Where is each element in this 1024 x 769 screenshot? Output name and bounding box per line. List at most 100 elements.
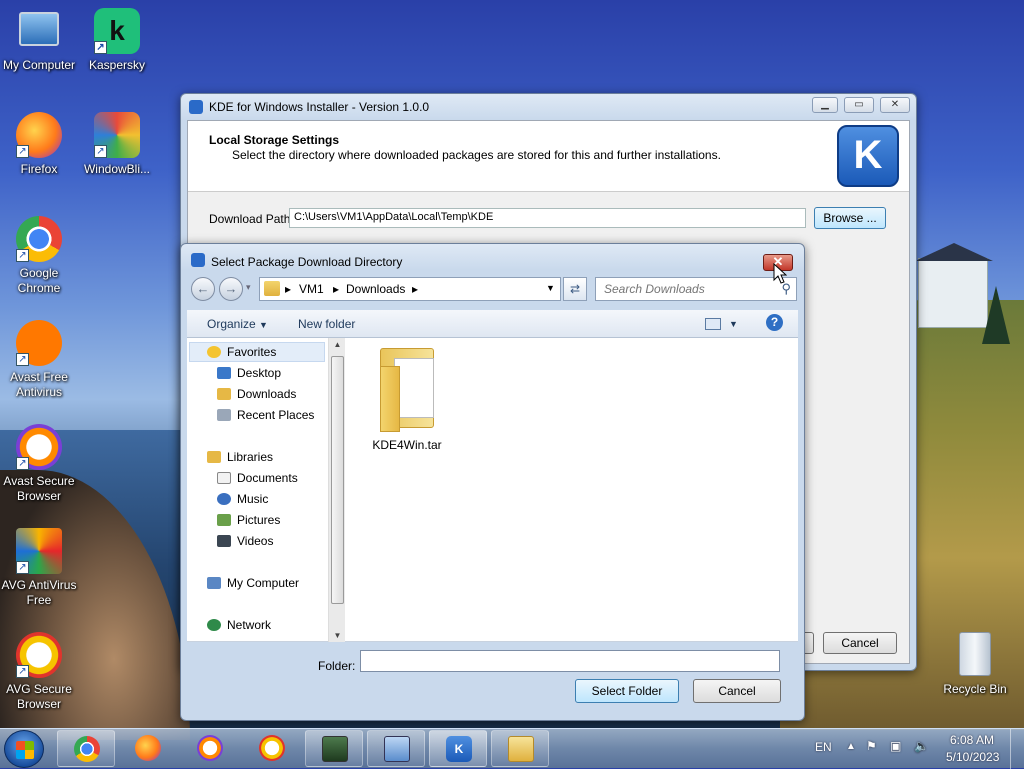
taskbar-app-monitor[interactable] xyxy=(305,730,363,767)
back-button[interactable]: ← xyxy=(191,277,215,301)
volume-icon[interactable]: 🔈 xyxy=(914,739,929,753)
close-button[interactable]: ✕ xyxy=(880,97,910,113)
address-dropdown-icon[interactable]: ▼ xyxy=(546,283,555,293)
search-input[interactable] xyxy=(602,279,772,299)
taskbar-avg-browser[interactable] xyxy=(243,730,301,767)
nav-item-favorites[interactable]: Favorites xyxy=(207,345,276,359)
minimize-button[interactable]: ▁ xyxy=(812,97,838,113)
desktop-icon-firefox[interactable]: ↗ Firefox xyxy=(0,112,78,177)
firefox-icon xyxy=(135,735,161,761)
pictures-icon xyxy=(217,514,231,526)
show-desktop-button[interactable] xyxy=(1010,729,1024,769)
shortcut-arrow-icon: ↗ xyxy=(16,249,29,262)
nav-item-recent-places[interactable]: Recent Places xyxy=(217,408,314,422)
browser-content: Favorites Desktop Downloads Recent Place… xyxy=(187,338,798,642)
taskbar-kde-installer[interactable]: K xyxy=(429,730,487,767)
windows-logo-icon xyxy=(16,741,34,759)
breadcrumb-item[interactable]: Downloads xyxy=(346,282,405,296)
desktop-icon-avg-antivirus-free[interactable]: ↗ AVG AntiVirus Free xyxy=(0,528,78,608)
control-panel-icon xyxy=(384,736,410,762)
taskbar-explorer[interactable] xyxy=(491,730,549,767)
installer-cancel-button[interactable]: Cancel xyxy=(823,632,897,654)
scroll-down-icon[interactable]: ▼ xyxy=(329,631,346,640)
new-folder-button[interactable]: New folder xyxy=(298,317,355,331)
breadcrumb-item[interactable]: VM1 xyxy=(299,282,324,296)
desktop-icon-avg-secure-browser[interactable]: ↗ AVG Secure Browser xyxy=(0,632,78,712)
desktop-icon-label: Avast Free Antivirus xyxy=(10,370,68,399)
desktop-icon-kaspersky[interactable]: k ↗ Kaspersky xyxy=(78,8,156,73)
clock-time[interactable]: 6:08 AM xyxy=(950,733,994,747)
nav-item-pictures[interactable]: Pictures xyxy=(217,513,280,527)
avast-browser-icon xyxy=(197,735,223,761)
minimize-icon: ▁ xyxy=(821,99,829,110)
dialog-cancel-button[interactable]: Cancel xyxy=(693,679,781,703)
avg-icon: ↗ xyxy=(16,528,62,574)
folder-icon xyxy=(376,344,438,432)
view-options-icon[interactable] xyxy=(705,318,721,330)
folder-input[interactable] xyxy=(365,652,775,670)
organize-menu-button[interactable]: Organize ▼ xyxy=(207,317,268,331)
action-center-flag-icon[interactable]: ⚑ xyxy=(866,739,877,753)
download-path-field[interactable]: C:\Users\VM1\AppData\Local\Temp\KDE xyxy=(289,208,806,228)
nav-item-music[interactable]: Music xyxy=(217,492,268,506)
view-dropdown-icon[interactable]: ▼ xyxy=(729,319,738,329)
folder-field-label: Folder: xyxy=(318,659,356,673)
desktop-icon-recycle-bin[interactable]: Recycle Bin xyxy=(936,632,1014,697)
scroll-up-icon[interactable]: ▲ xyxy=(329,340,346,349)
installer-banner: Local Storage Settings Select the direct… xyxy=(188,121,909,192)
nav-item-documents[interactable]: Documents xyxy=(217,471,298,485)
navigation-scrollbar[interactable]: ▲ ▼ xyxy=(328,338,345,642)
nav-item-desktop[interactable]: Desktop xyxy=(217,366,281,380)
folder-icon xyxy=(508,736,534,762)
nav-item-my-computer[interactable]: My Computer xyxy=(207,576,299,590)
refresh-button[interactable]: ⇄ xyxy=(563,277,587,301)
breadcrumb-separator-icon: ▸ xyxy=(333,282,340,296)
clock-date[interactable]: 5/10/2023 xyxy=(946,750,999,764)
installer-titlebar[interactable]: KDE for Windows Installer - Version 1.0.… xyxy=(181,94,916,120)
shortcut-arrow-icon: ↗ xyxy=(16,457,29,470)
desktop-icon-google-chrome[interactable]: ↗ Google Chrome xyxy=(0,216,78,296)
desktop-icon-avast-secure-browser[interactable]: ↗ Avast Secure Browser xyxy=(0,424,78,504)
select-folder-button[interactable]: Select Folder xyxy=(575,679,679,703)
nav-item-videos[interactable]: Videos xyxy=(217,534,273,548)
nav-label: Recent Places xyxy=(237,408,315,422)
search-box[interactable]: ⚲ xyxy=(595,277,797,301)
folder-item[interactable]: KDE4Win.tar xyxy=(372,344,442,452)
address-bar[interactable]: ▸ VM1 ▸ Downloads ▸ ▼ xyxy=(259,277,561,301)
show-hidden-icons-icon[interactable]: ▲ xyxy=(846,741,856,752)
taskbar-avast-browser[interactable] xyxy=(181,730,239,767)
desktop-icon-avast-free-antivirus[interactable]: ↗ Avast Free Antivirus xyxy=(0,320,78,400)
breadcrumb-separator-icon: ▸ xyxy=(285,282,292,296)
folder-name: KDE4Win.tar xyxy=(372,438,442,452)
dialog-titlebar[interactable]: Select Package Download Directory ✕ xyxy=(181,244,804,271)
close-icon: ✕ xyxy=(890,99,900,110)
nav-item-network[interactable]: Network xyxy=(207,618,271,632)
page-subheading: Select the directory where downloaded pa… xyxy=(232,148,721,162)
folder-field[interactable] xyxy=(360,650,780,672)
language-indicator[interactable]: EN xyxy=(815,740,832,754)
taskbar-firefox[interactable] xyxy=(119,730,177,767)
shortcut-arrow-icon: ↗ xyxy=(16,665,29,678)
desktop-icon-label: Google Chrome xyxy=(17,266,61,295)
recent-pages-chevron-icon[interactable]: ▾ xyxy=(246,282,251,293)
avg-browser-icon: ↗ xyxy=(16,632,62,678)
network-tray-icon[interactable]: ▣ xyxy=(890,739,901,753)
scrollbar-thumb[interactable] xyxy=(331,356,344,604)
avast-icon: ↗ xyxy=(16,320,62,366)
help-icon[interactable]: ? xyxy=(766,314,783,331)
desktop-icon-windowblinds[interactable]: ↗ WindowBli... xyxy=(78,112,156,177)
windowblinds-icon: ↗ xyxy=(94,112,140,158)
desktop-icon-my-computer[interactable]: My Computer xyxy=(0,8,78,73)
nav-item-downloads[interactable]: Downloads xyxy=(217,387,296,401)
start-button[interactable] xyxy=(4,730,44,768)
forward-button[interactable]: → xyxy=(219,277,243,301)
nav-item-libraries[interactable]: Libraries xyxy=(207,450,273,464)
desktop-icon-label: Firefox xyxy=(20,162,58,176)
libraries-icon xyxy=(207,451,221,463)
maximize-button[interactable]: ▭ xyxy=(844,97,874,113)
taskbar-app-control-panel[interactable] xyxy=(367,730,425,767)
taskbar-chrome[interactable] xyxy=(57,730,115,767)
browse-button[interactable]: Browse ... xyxy=(814,207,886,229)
shortcut-arrow-icon: ↗ xyxy=(16,145,29,158)
folder-icon xyxy=(264,281,280,296)
